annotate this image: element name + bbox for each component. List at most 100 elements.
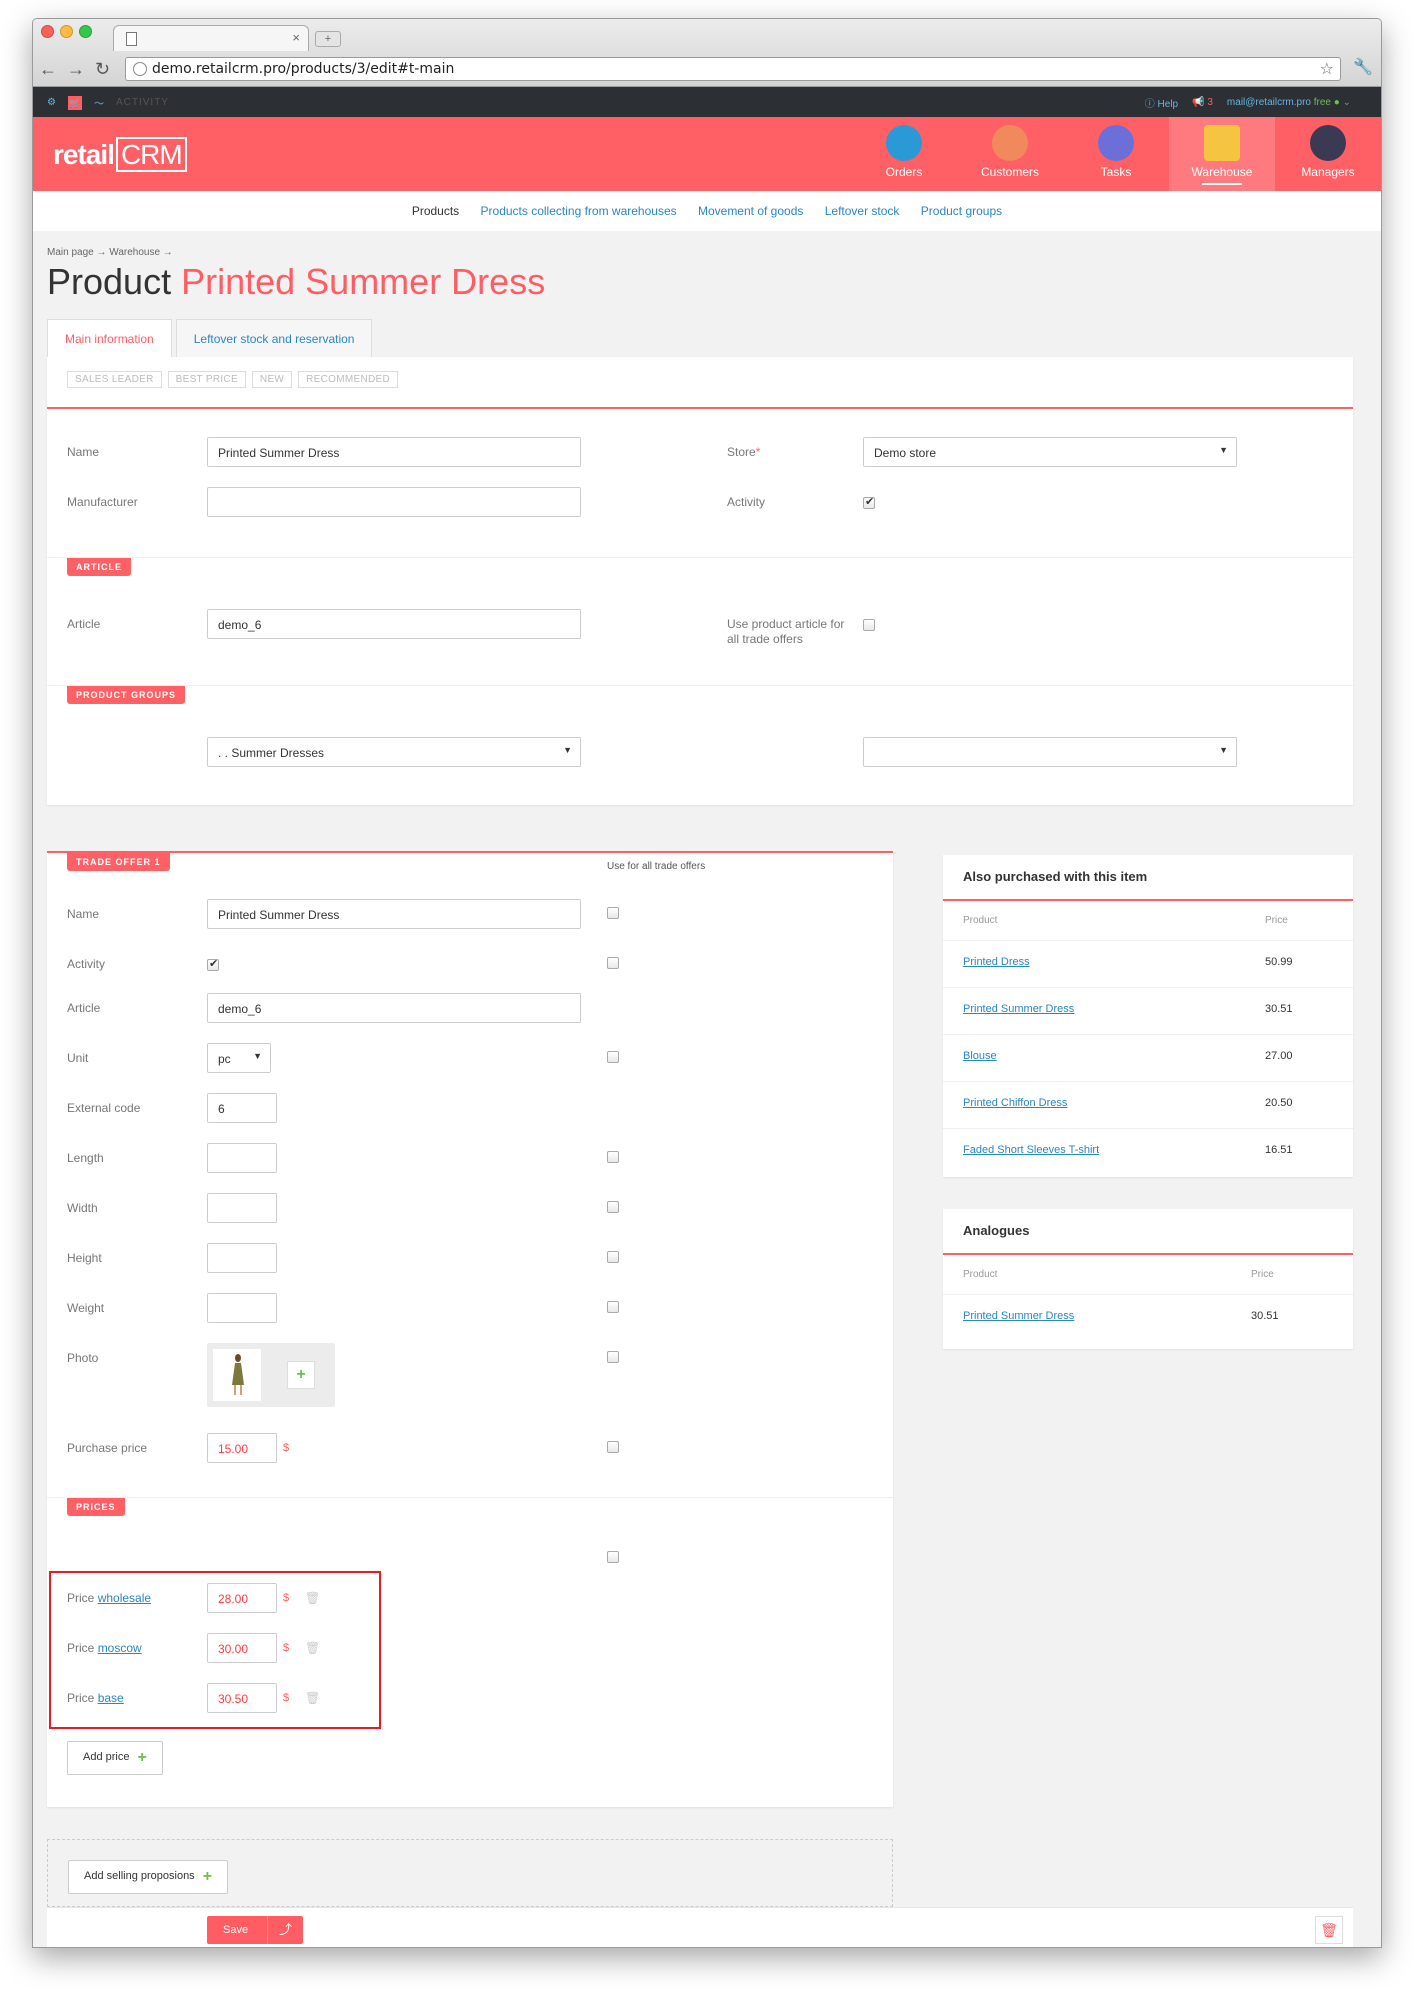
offer-activity-label: Activity xyxy=(67,957,106,971)
use-article-checkbox[interactable] xyxy=(863,619,875,631)
store-label: Store* xyxy=(727,445,760,459)
also-purchased-title: Also purchased with this item xyxy=(963,869,1148,884)
unit-select[interactable]: pc ▼ xyxy=(207,1043,271,1073)
tab-main-information[interactable]: Main information xyxy=(47,319,172,357)
product-price: 30.51 xyxy=(1265,1003,1293,1015)
external-code-input[interactable]: 6 xyxy=(207,1093,277,1123)
offer-activity-checkbox[interactable] xyxy=(207,957,219,971)
product-link[interactable]: Faded Short Sleeves T-shirt xyxy=(963,1144,1099,1156)
subnav-groups[interactable]: Product groups xyxy=(921,204,1002,218)
offer-article-input[interactable]: demo_6 xyxy=(207,993,581,1023)
add-price-button[interactable]: Add price + xyxy=(67,1741,163,1775)
add-selling-button[interactable]: Add selling proposions + xyxy=(68,1860,229,1894)
subnav-leftover[interactable]: Leftover stock xyxy=(825,204,900,218)
tag-sales-leader[interactable]: SALES LEADER xyxy=(67,371,162,388)
product-link[interactable]: Printed Summer Dress xyxy=(963,1310,1074,1322)
width-input[interactable] xyxy=(207,1193,277,1223)
back-icon[interactable]: ← xyxy=(39,57,57,81)
purchase-price-input[interactable]: 15.00 xyxy=(207,1433,277,1463)
product-photo-thumbnail[interactable] xyxy=(213,1349,261,1401)
use-all-purchase-checkbox[interactable] xyxy=(607,1441,619,1453)
product-group-select-2[interactable]: ▼ xyxy=(863,737,1237,767)
article-input[interactable]: demo_6 xyxy=(207,609,581,639)
use-all-activity-checkbox[interactable] xyxy=(607,957,619,969)
length-label: Length xyxy=(67,1151,104,1165)
subnav-collecting[interactable]: Products collecting from warehouses xyxy=(481,204,677,218)
store-label-text: Store xyxy=(727,445,756,459)
product-link[interactable]: Printed Summer Dress xyxy=(963,1003,1074,1015)
use-for-all-header: Use for all trade offers xyxy=(607,861,706,872)
offer-name-input[interactable]: Printed Summer Dress xyxy=(207,899,581,929)
browser-tab[interactable]: × xyxy=(113,25,309,51)
manufacturer-input[interactable] xyxy=(207,487,581,517)
close-tab-icon[interactable]: × xyxy=(292,30,300,45)
help-link[interactable]: ⓘ Help xyxy=(1145,95,1178,110)
product-link[interactable]: Printed Dress xyxy=(963,956,1030,968)
tag-recommended[interactable]: RECOMMENDED xyxy=(298,371,399,388)
table-header: Product Price xyxy=(943,901,1353,941)
upload-arrow-icon[interactable]: ⤴ xyxy=(267,1916,303,1944)
analytics-icon[interactable]: 〜 xyxy=(94,95,104,110)
module-customers[interactable]: Customers xyxy=(957,117,1063,191)
tag-new[interactable]: NEW xyxy=(251,371,293,388)
maximize-window-button[interactable] xyxy=(79,25,92,38)
height-input[interactable] xyxy=(207,1243,277,1273)
module-tasks[interactable]: Tasks xyxy=(1063,117,1169,191)
wrench-icon[interactable]: 🔧 xyxy=(1353,57,1373,77)
divider xyxy=(47,1497,893,1498)
notifications-button[interactable]: 📢 3 xyxy=(1192,97,1213,108)
weight-label: Weight xyxy=(67,1301,105,1315)
divider xyxy=(47,557,1353,558)
use-all-photo-checkbox[interactable] xyxy=(607,1351,619,1363)
add-photo-button[interactable]: + xyxy=(287,1361,315,1389)
use-article-line1: Use product article for xyxy=(727,617,845,631)
use-all-prices-checkbox[interactable] xyxy=(607,1551,619,1563)
use-all-unit-checkbox[interactable] xyxy=(607,1051,619,1063)
settings-gear-icon[interactable]: ⚙ xyxy=(47,97,56,108)
product-link[interactable]: Printed Chiffon Dress xyxy=(963,1097,1067,1109)
close-window-button[interactable] xyxy=(41,25,54,38)
manager-avatar-icon xyxy=(1310,125,1346,161)
delete-trash-icon[interactable]: 🗑 xyxy=(1315,1916,1343,1944)
module-orders[interactable]: Orders xyxy=(851,117,957,191)
article-section-label: ARTICLE xyxy=(67,558,131,576)
activity-checkbox[interactable] xyxy=(863,495,875,509)
product-group-select[interactable]: . . Summer Dresses ▼ xyxy=(207,737,581,767)
use-all-length-checkbox[interactable] xyxy=(607,1151,619,1163)
tab-leftover-stock[interactable]: Leftover stock and reservation xyxy=(175,319,373,357)
table-row: Faded Short Sleeves T-shirt 16.51 xyxy=(943,1129,1353,1176)
minimize-window-button[interactable] xyxy=(60,25,73,38)
subnav-products[interactable]: Products xyxy=(412,204,459,218)
subnav-movement[interactable]: Movement of goods xyxy=(698,204,803,218)
address-bar[interactable]: demo.retailcrm.pro/products/3/edit#t-mai… xyxy=(125,57,1341,81)
cart-icon[interactable]: 🛒 xyxy=(67,95,82,110)
bookmark-star-icon[interactable]: ☆ xyxy=(1320,58,1334,80)
activity-link[interactable]: ACTIVITY xyxy=(116,97,169,108)
use-all-width-checkbox[interactable] xyxy=(607,1201,619,1213)
page-info-icon[interactable] xyxy=(133,62,147,76)
forward-icon[interactable]: → xyxy=(67,57,85,81)
col-product: Product xyxy=(963,1269,998,1280)
module-label: Tasks xyxy=(1100,165,1132,179)
name-input[interactable]: Printed Summer Dress xyxy=(207,437,581,467)
product-link[interactable]: Blouse xyxy=(963,1050,997,1062)
logo[interactable]: retail CRM xyxy=(53,137,187,172)
col-price: Price xyxy=(1265,915,1288,926)
add-selling-area: Add selling proposions + xyxy=(47,1839,893,1907)
user-menu[interactable]: mail@retailcrm.pro free ● ⌄ xyxy=(1227,97,1351,108)
reload-icon[interactable]: ↻ xyxy=(95,57,110,81)
module-warehouse[interactable]: Warehouse xyxy=(1169,117,1275,191)
logo-crm: CRM xyxy=(115,137,187,172)
weight-input[interactable] xyxy=(207,1293,277,1323)
save-button[interactable]: Save ⤴ xyxy=(207,1916,303,1944)
module-managers[interactable]: Managers xyxy=(1275,117,1381,191)
use-all-name-checkbox[interactable] xyxy=(607,907,619,919)
breadcrumb[interactable]: Main page → Warehouse → xyxy=(47,247,173,258)
use-all-weight-checkbox[interactable] xyxy=(607,1301,619,1313)
length-input[interactable] xyxy=(207,1143,277,1173)
store-select[interactable]: Demo store ▼ xyxy=(863,437,1237,467)
new-tab-button[interactable]: + xyxy=(315,31,341,47)
tag-best-price[interactable]: BEST PRICE xyxy=(167,371,246,388)
use-all-height-checkbox[interactable] xyxy=(607,1251,619,1263)
product-price: 20.50 xyxy=(1265,1097,1293,1109)
